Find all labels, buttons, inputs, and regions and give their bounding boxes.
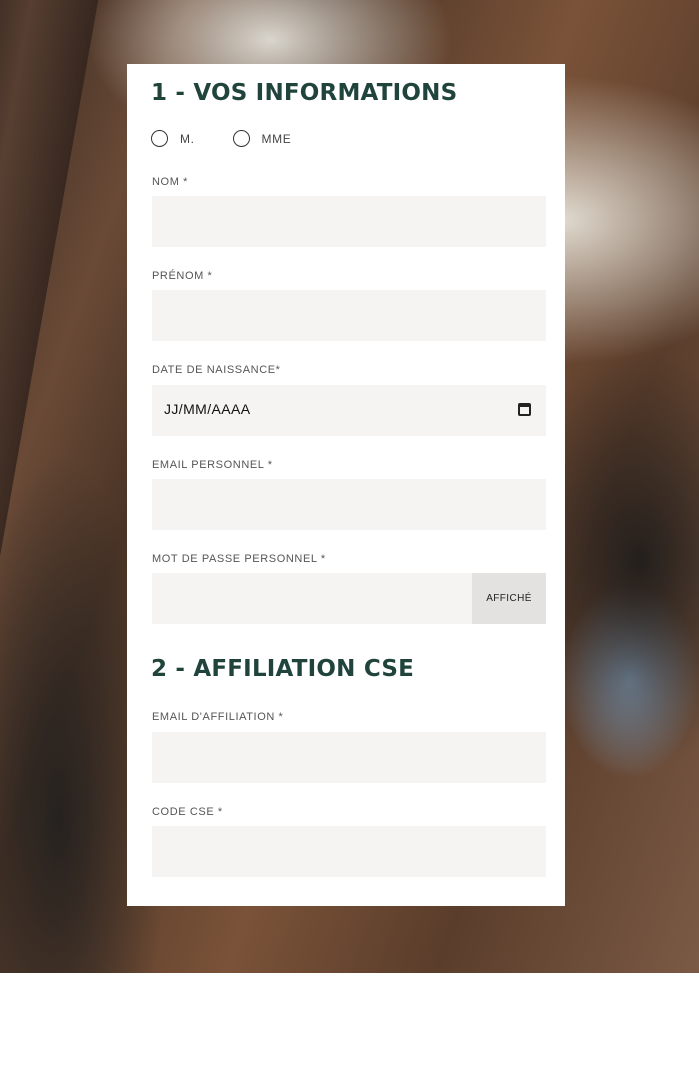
email-personnel-label: EMAIL PERSONNEL *	[152, 459, 273, 471]
birthdate-input[interactable]: JJ/MM/AAAA	[152, 385, 546, 436]
password-visibility-toggle[interactable]: AFFICHÉ	[472, 573, 546, 624]
prenom-input[interactable]	[152, 290, 546, 341]
nom-input[interactable]	[152, 196, 546, 247]
password-label: MOT DE PASSE PERSONNEL *	[152, 553, 326, 565]
email-personnel-input[interactable]	[152, 479, 546, 530]
section-title-affiliation: 2 - AFFILIATION CSE	[151, 656, 415, 682]
email-affiliation-input[interactable]	[152, 732, 546, 783]
radio-mme[interactable]	[232, 130, 250, 147]
code-cse-label: CODE CSE *	[152, 806, 223, 818]
code-cse-input[interactable]	[152, 826, 546, 877]
birthdate-label: DATE DE NAISSANCE*	[152, 364, 281, 376]
radio-m[interactable]	[151, 130, 168, 147]
nom-label: NOM *	[152, 176, 188, 188]
prenom-label: PRÉNOM *	[152, 270, 213, 282]
section-title-informations: 1 - VOS INFORMATIONS	[151, 80, 458, 106]
radio-m-label[interactable]: M.	[180, 132, 195, 146]
civility-group: M. MME	[151, 130, 291, 147]
password-input[interactable]: AFFICHÉ	[152, 573, 546, 624]
calendar-icon[interactable]	[518, 403, 531, 416]
email-affiliation-label: EMAIL D'AFFILIATION *	[152, 711, 284, 723]
registration-form: 1 - VOS INFORMATIONS M. MME NOM * PRÉNOM…	[127, 64, 565, 906]
birthdate-placeholder: JJ/MM/AAAA	[164, 401, 251, 417]
radio-mme-label[interactable]: MME	[262, 132, 292, 146]
